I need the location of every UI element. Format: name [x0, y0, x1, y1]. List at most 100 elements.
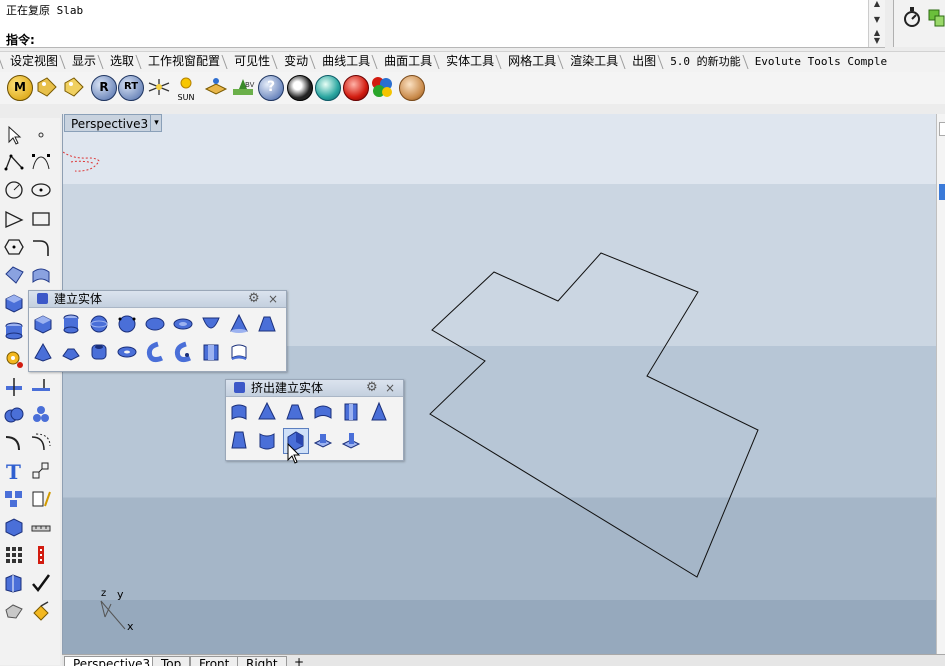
pyramid-icon[interactable]	[32, 341, 54, 363]
fillet-edge-icon[interactable]	[3, 432, 25, 454]
truncated-cone-icon[interactable]	[256, 313, 278, 335]
perspective-viewport[interactable]: z y x	[62, 114, 937, 654]
extrude-cone-icon[interactable]	[368, 401, 390, 423]
environment-icon[interactable]: BV	[231, 75, 255, 99]
tab-curve-tools[interactable]: 曲线工具	[312, 52, 378, 71]
arc-icon[interactable]	[3, 208, 25, 230]
solid-box-icon[interactable]	[3, 292, 25, 314]
texture-tag-icon[interactable]	[35, 75, 59, 99]
block-icon[interactable]	[3, 516, 25, 538]
sphere-points-icon[interactable]	[116, 313, 138, 335]
tab-new-in-v5[interactable]: 5.0 的新功能	[660, 52, 749, 71]
glass-material-icon[interactable]	[315, 75, 341, 101]
red-material-icon[interactable]	[343, 75, 369, 101]
tab-visibility[interactable]: 可见性	[224, 52, 278, 71]
point-icon[interactable]	[30, 124, 52, 146]
right-panel-edge[interactable]	[936, 114, 945, 654]
tab-viewport-layout[interactable]: 工作视窗配置	[138, 52, 228, 71]
truncated-pyramid-icon[interactable]	[60, 341, 82, 363]
text-object-icon[interactable]: T	[3, 460, 25, 482]
extrude-straight-icon[interactable]	[340, 401, 362, 423]
curve-control-points-icon[interactable]	[30, 151, 52, 173]
paint-icon[interactable]	[30, 600, 52, 622]
tab-set-view[interactable]: 设定视图	[0, 52, 66, 71]
gear-icon[interactable]: ⚙	[366, 380, 378, 396]
ruler-icon[interactable]	[30, 516, 52, 538]
wood-material-icon[interactable]	[399, 75, 425, 101]
extrude-panel-header[interactable]: 挤出建立实体 ⚙ ×	[226, 380, 403, 397]
tab-solid-tools[interactable]: 实体工具	[436, 52, 502, 71]
close-icon[interactable]: ×	[385, 380, 395, 396]
material-m-button[interactable]: M	[7, 75, 33, 101]
command-line[interactable]: 指令: ▲ ▼	[0, 29, 885, 48]
tab-surface-tools[interactable]: 曲面工具	[374, 52, 440, 71]
cylinder-icon[interactable]	[60, 313, 82, 335]
explode-icon[interactable]	[30, 404, 52, 426]
extrude-tapered-icon[interactable]	[284, 401, 306, 423]
add-viewport-tab-button[interactable]: +	[294, 655, 304, 666]
curve-offset-icon[interactable]	[30, 432, 52, 454]
stopwatch-icon[interactable]	[902, 6, 922, 28]
select-arrow-icon[interactable]	[3, 124, 25, 146]
sun-button[interactable]: SUN	[173, 75, 199, 102]
extrude-surface-icon[interactable]	[200, 341, 222, 363]
extrude-rib-icon[interactable]	[340, 429, 362, 451]
ellipsoid-icon[interactable]	[144, 313, 166, 335]
ellipse-icon[interactable]	[30, 179, 52, 201]
gear-icon[interactable]: ⚙	[248, 291, 260, 307]
array-icon[interactable]	[3, 544, 25, 566]
lights-icon[interactable]	[147, 75, 171, 99]
check-icon[interactable]	[30, 572, 52, 594]
pipe-round-icon[interactable]	[172, 341, 194, 363]
extrude-closed-icon[interactable]	[228, 341, 250, 363]
viewport-menu-dropdown[interactable]: ▾	[150, 115, 162, 131]
extrude-along-curve-icon[interactable]	[312, 401, 334, 423]
render-rt-button[interactable]: RT	[118, 75, 144, 101]
tube-icon[interactable]	[88, 341, 110, 363]
fillet-curve-icon[interactable]	[30, 236, 52, 258]
solid-panel-header[interactable]: 建立实体 ⚙ ×	[29, 291, 286, 308]
render-r-button[interactable]: R	[91, 75, 117, 101]
help-button[interactable]: ?	[258, 75, 284, 101]
multi-material-icon[interactable]	[370, 75, 394, 99]
extrude-closed-curve-icon[interactable]	[228, 401, 250, 423]
analyze-icon[interactable]	[3, 572, 25, 594]
surface-edge-icon[interactable]	[30, 264, 52, 286]
dimension-icon[interactable]	[30, 488, 52, 510]
trim-icon[interactable]	[30, 376, 52, 398]
extrude-to-boundary-icon[interactable]	[312, 429, 334, 451]
boolean-union-icon[interactable]	[3, 404, 25, 426]
plugin-icon[interactable]	[927, 4, 945, 28]
tab-evolute-tools[interactable]: Evolute Tools Comple	[745, 52, 895, 71]
scale-icon[interactable]	[30, 460, 52, 482]
extrude-solid-toolbar-panel[interactable]: 挤出建立实体 ⚙ ×	[225, 379, 404, 461]
torus-icon[interactable]	[116, 341, 138, 363]
extrude-to-point-icon[interactable]	[256, 401, 278, 423]
paraboloid-icon[interactable]	[200, 313, 222, 335]
solid-toolbar-panel[interactable]: 建立实体 ⚙ ×	[28, 290, 287, 372]
split-icon[interactable]	[3, 376, 25, 398]
ellipsoid-2-icon[interactable]	[172, 313, 194, 335]
ground-plane-icon[interactable]	[204, 75, 228, 99]
extrude-surface-curve-icon[interactable]	[256, 429, 278, 451]
gear-icon[interactable]	[3, 348, 25, 370]
pipe-icon[interactable]	[144, 341, 166, 363]
solid-cylinder-icon[interactable]	[3, 320, 25, 342]
circle-icon[interactable]	[3, 179, 25, 201]
render-shape-icon[interactable]	[3, 600, 25, 622]
close-icon[interactable]: ×	[268, 291, 278, 307]
viewport-title-tab[interactable]: Perspective3	[64, 114, 162, 132]
history-scrollbar[interactable]: ▲ ▼	[868, 0, 885, 29]
vertical-array-icon[interactable]	[30, 544, 52, 566]
black-material-icon[interactable]	[287, 75, 313, 101]
polygon-icon[interactable]	[3, 236, 25, 258]
box-icon[interactable]	[32, 313, 54, 335]
decal-tag-icon[interactable]	[62, 75, 86, 99]
tab-mesh-tools[interactable]: 网格工具	[498, 52, 564, 71]
command-line-spinner[interactable]: ▲ ▼	[868, 29, 885, 47]
rectangle-icon[interactable]	[30, 208, 52, 230]
tab-render-tools[interactable]: 渲染工具	[560, 52, 626, 71]
cone-icon[interactable]	[228, 313, 250, 335]
polyline-icon[interactable]	[3, 151, 25, 173]
sphere-icon[interactable]	[88, 313, 110, 335]
